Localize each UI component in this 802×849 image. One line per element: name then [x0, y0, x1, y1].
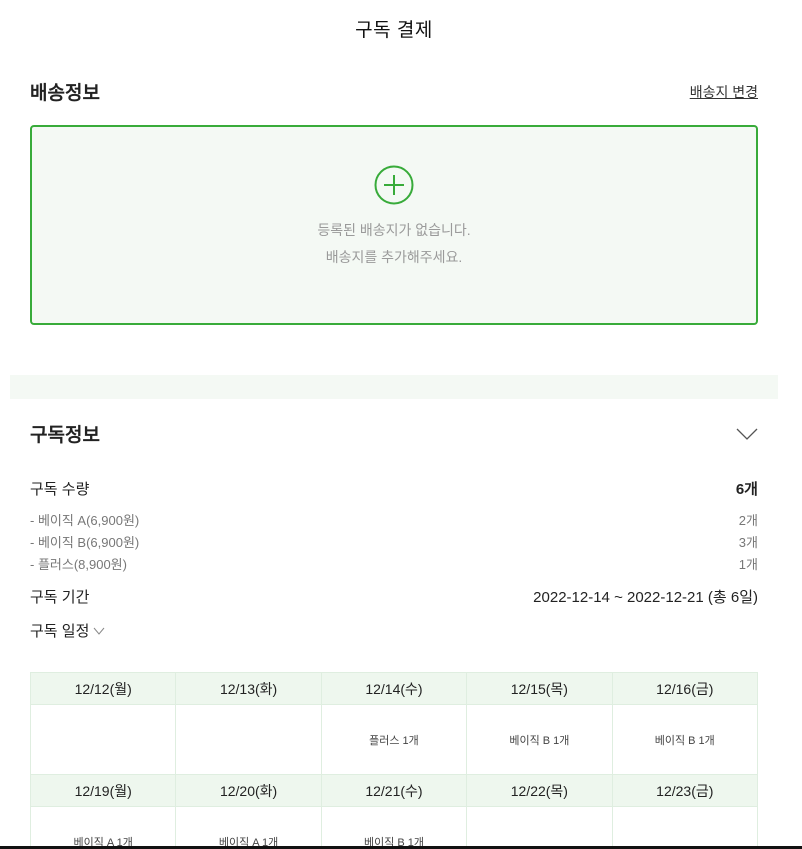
item-label: - 베이직 A(6,900원)	[30, 513, 140, 528]
calendar-cell	[29, 704, 177, 775]
schedule-label: 구독 일정	[30, 623, 90, 640]
subscription-title: 구독정보	[30, 425, 100, 446]
calendar-item-row: 베이직 A 1개 베이직 A 1개 베이직 B 1개	[29, 806, 759, 849]
calendar-cell: 플러스 1개	[320, 704, 468, 775]
calendar-item-row: 플러스 1개 베이직 B 1개 베이직 B 1개	[29, 704, 759, 775]
shipping-header: 배송정보 배송지 변경	[30, 78, 758, 105]
item-count: 1개	[738, 557, 758, 572]
calendar-cell: 베이직 A 1개	[175, 806, 322, 849]
add-address-box[interactable]: 등록된 배송지가 없습니다. 배송지를 추가해주세요.	[30, 125, 758, 325]
add-address-hint: 배송지를 추가해주세요.	[325, 249, 463, 265]
calendar-cell: 베이직 B 1개	[320, 806, 468, 849]
shipping-title: 배송정보	[30, 83, 100, 104]
item-row: - 플러스(8,900원) 1개	[30, 554, 758, 573]
calendar-cell: 베이직 A 1개	[29, 806, 177, 849]
period-label: 구독 기간	[30, 589, 90, 606]
calendar-cell	[175, 704, 322, 775]
schedule-calendar: 12/12(월) 12/13(화) 12/14(수) 12/15(목) 12/1…	[29, 672, 759, 849]
chevron-down-icon[interactable]	[736, 427, 758, 441]
item-count: 2개	[738, 513, 758, 528]
item-label: - 플러스(8,900원)	[30, 557, 127, 572]
calendar-day: 12/22(목)	[466, 774, 613, 807]
calendar-day: 12/23(금)	[611, 774, 759, 807]
period-value: 2022-12-14 ~ 2022-12-21 (총 6일)	[533, 589, 758, 606]
calendar-day: 12/12(월)	[29, 672, 177, 705]
subscription-header: 구독정보	[30, 420, 758, 447]
quantity-row: 구독 수량 6개	[30, 478, 758, 499]
calendar-day: 12/21(수)	[320, 774, 468, 807]
change-address-link[interactable]: 배송지 변경	[690, 82, 758, 102]
calendar-header-row: 12/12(월) 12/13(화) 12/14(수) 12/15(목) 12/1…	[29, 672, 759, 705]
calendar-cell	[466, 806, 613, 849]
item-count: 3개	[738, 535, 758, 550]
calendar-cell: 베이직 B 1개	[611, 704, 759, 775]
calendar-cell	[611, 806, 759, 849]
quantity-label: 구독 수량	[30, 481, 90, 498]
calendar-header-row: 12/19(월) 12/20(화) 12/21(수) 12/22(목) 12/2…	[29, 774, 759, 807]
plus-circle-icon[interactable]	[374, 165, 414, 205]
quantity-value: 6개	[735, 481, 758, 498]
calendar-day: 12/19(월)	[29, 774, 177, 807]
item-label: - 베이직 B(6,900원)	[30, 535, 140, 550]
calendar-day: 12/15(목)	[466, 672, 613, 705]
section-divider	[10, 375, 778, 399]
calendar-day: 12/13(화)	[175, 672, 322, 705]
period-row: 구독 기간 2022-12-14 ~ 2022-12-21 (총 6일)	[30, 586, 758, 607]
schedule-toggle[interactable]: 구독 일정	[30, 620, 758, 641]
calendar-day: 12/20(화)	[175, 774, 322, 807]
item-row: - 베이직 A(6,900원) 2개	[30, 510, 758, 529]
calendar-day: 12/14(수)	[320, 672, 468, 705]
item-row: - 베이직 B(6,900원) 3개	[30, 532, 758, 551]
calendar-cell: 베이직 B 1개	[466, 704, 613, 775]
chevron-down-icon[interactable]	[93, 627, 105, 635]
page-title: 구독 결제	[355, 20, 433, 41]
calendar-day: 12/16(금)	[611, 672, 759, 705]
empty-address-message: 등록된 배송지가 없습니다.	[317, 222, 471, 238]
